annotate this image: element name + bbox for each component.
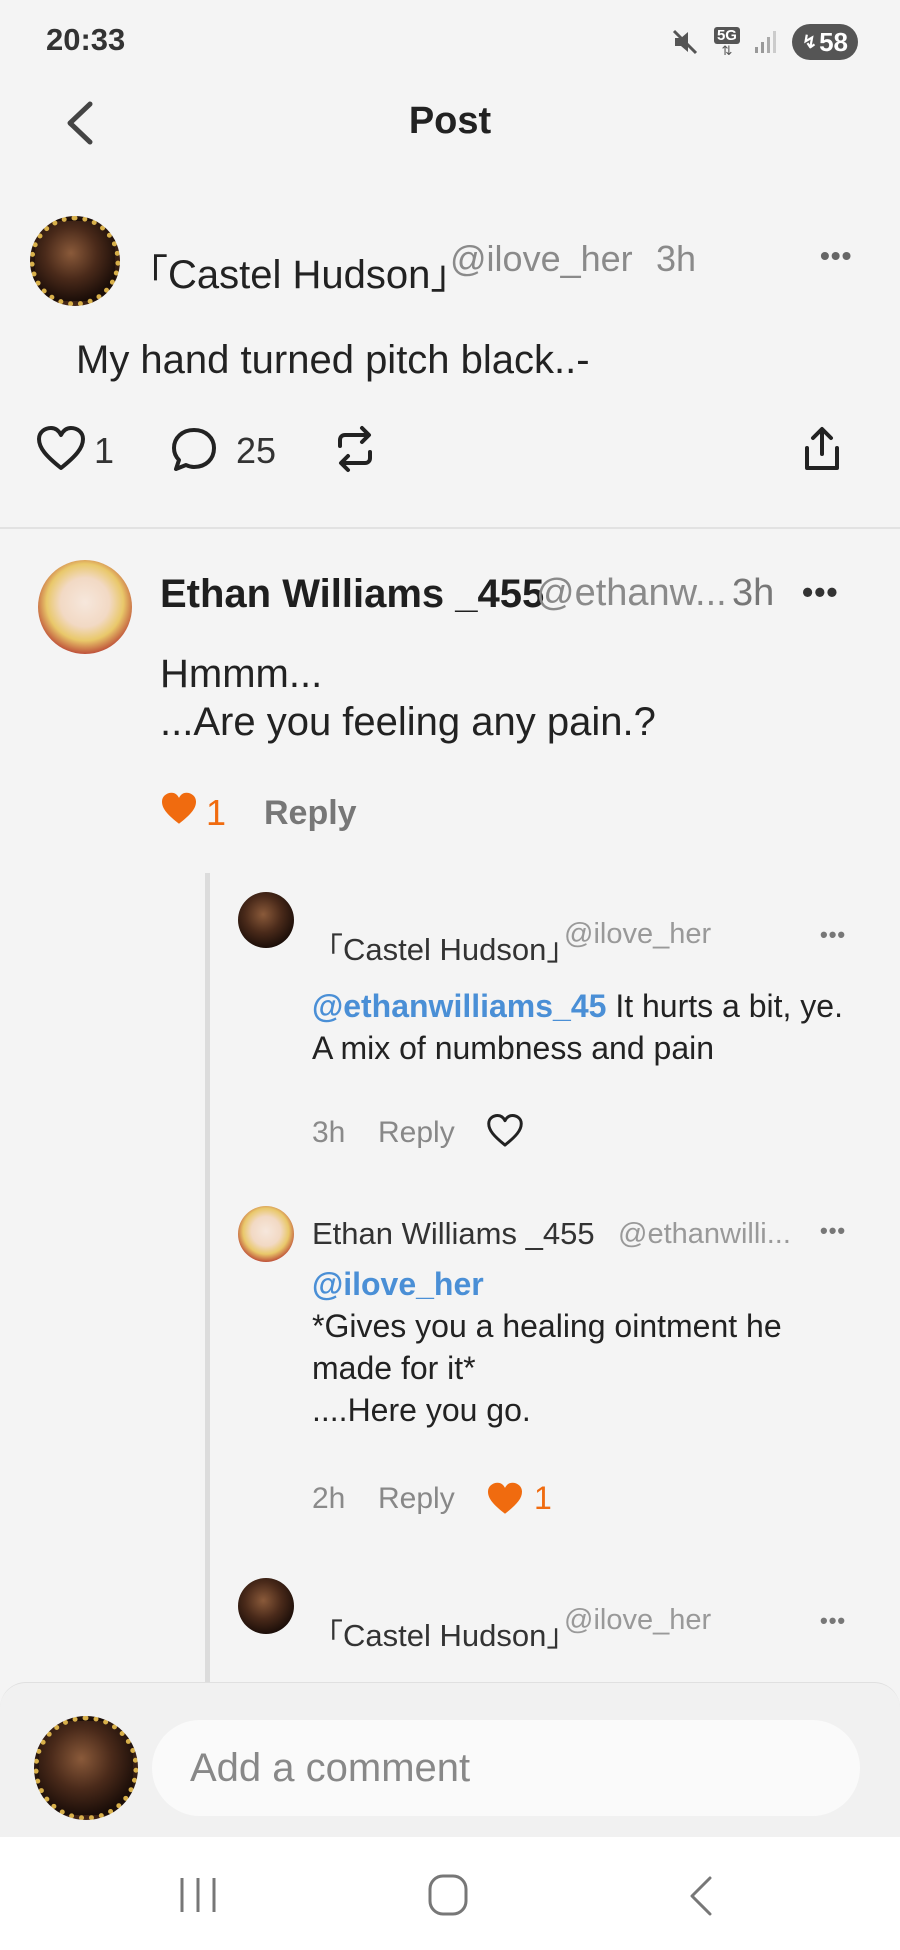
reply-text: ....Here you go. xyxy=(312,1392,531,1428)
reply-handle[interactable]: @ethanwilli... xyxy=(618,1218,791,1251)
reply-text: made for it* xyxy=(312,1350,476,1386)
share-icon[interactable] xyxy=(802,424,842,474)
reply-text: @ethanwilliams_45 It hurts a bit, ye. xyxy=(312,988,843,1024)
reply-button[interactable]: Reply xyxy=(378,1482,455,1516)
back-nav-icon[interactable] xyxy=(684,1874,718,1918)
mute-icon xyxy=(672,29,698,55)
more-options-icon[interactable]: ••• xyxy=(820,1608,846,1634)
comment-count: 25 xyxy=(236,430,277,471)
heart-icon[interactable] xyxy=(36,426,86,472)
comment-like-count: 1 xyxy=(206,792,227,833)
comment-handle[interactable]: @ethanw... xyxy=(536,572,727,615)
reply-button[interactable]: Reply xyxy=(378,1116,455,1150)
battery-icon: ↯ 58 xyxy=(791,24,858,60)
heart-icon[interactable] xyxy=(486,1114,524,1148)
mention-link[interactable]: @ethanwilliams_45 xyxy=(312,988,606,1024)
comment-time: 3h xyxy=(732,572,775,614)
comment-author-name[interactable]: Ethan Williams _455 xyxy=(160,572,544,617)
more-options-icon[interactable]: ••• xyxy=(802,574,839,611)
heart-filled-icon[interactable] xyxy=(160,792,198,826)
home-icon[interactable] xyxy=(426,1872,470,1918)
reply-time: 3h xyxy=(312,1116,346,1149)
page-title: Post xyxy=(408,100,492,142)
post-body: My hand turned pitch black..- xyxy=(76,338,590,382)
signal-bars-icon xyxy=(754,31,776,53)
avatar[interactable] xyxy=(30,216,120,306)
post-handle[interactable]: @ilove_her xyxy=(450,238,633,280)
more-options-icon[interactable]: ••• xyxy=(820,1218,846,1244)
comment-icon[interactable] xyxy=(170,426,218,472)
comment-input[interactable]: Add a comment xyxy=(152,1720,860,1816)
avatar[interactable] xyxy=(238,1206,294,1262)
avatar[interactable] xyxy=(38,560,132,654)
thread-line xyxy=(205,873,210,1683)
heart-filled-icon[interactable] xyxy=(486,1482,524,1516)
reply-button[interactable]: Reply xyxy=(264,794,357,833)
more-options-icon[interactable]: ••• xyxy=(820,240,852,272)
avatar[interactable] xyxy=(238,1578,294,1634)
repost-icon[interactable] xyxy=(334,424,376,474)
reply-author-name[interactable]: 「Castel Hudson」 xyxy=(312,1610,577,1655)
reply-handle[interactable]: @ilove_her xyxy=(564,1604,711,1637)
reply-author-name[interactable]: 「Castel Hudson」 xyxy=(312,924,577,969)
reply-text: *Gives you a healing ointment he xyxy=(312,1308,782,1344)
post-author-name[interactable]: 「Castel Hudson」 xyxy=(128,242,470,300)
status-time: 20:33 xyxy=(46,22,126,57)
comment-placeholder: Add a comment xyxy=(190,1745,471,1790)
reply-author-name[interactable]: Ethan Williams _455 xyxy=(312,1216,595,1252)
divider xyxy=(0,527,900,529)
avatar[interactable] xyxy=(238,892,294,948)
reply-text: A mix of numbness and pain xyxy=(312,1030,715,1066)
like-count: 1 xyxy=(94,430,115,471)
comment-line: ...Are you feeling any pain.? xyxy=(160,700,656,744)
reply-handle[interactable]: @ilove_her xyxy=(564,918,711,951)
comment-line: Hmmm... xyxy=(160,652,323,696)
mention-link[interactable]: @ilove_her xyxy=(312,1266,484,1303)
signal-5g-icon: 5G ⇅ xyxy=(713,27,740,57)
avatar[interactable] xyxy=(34,1716,138,1820)
status-icons: 5G ⇅ ↯ 58 xyxy=(670,22,858,62)
reply-time: 2h xyxy=(312,1482,346,1515)
post-time: 3h xyxy=(656,238,697,279)
reply-like-count: 1 xyxy=(534,1480,552,1516)
more-options-icon[interactable]: ••• xyxy=(820,922,846,948)
recent-apps-icon[interactable] xyxy=(176,1874,220,1916)
